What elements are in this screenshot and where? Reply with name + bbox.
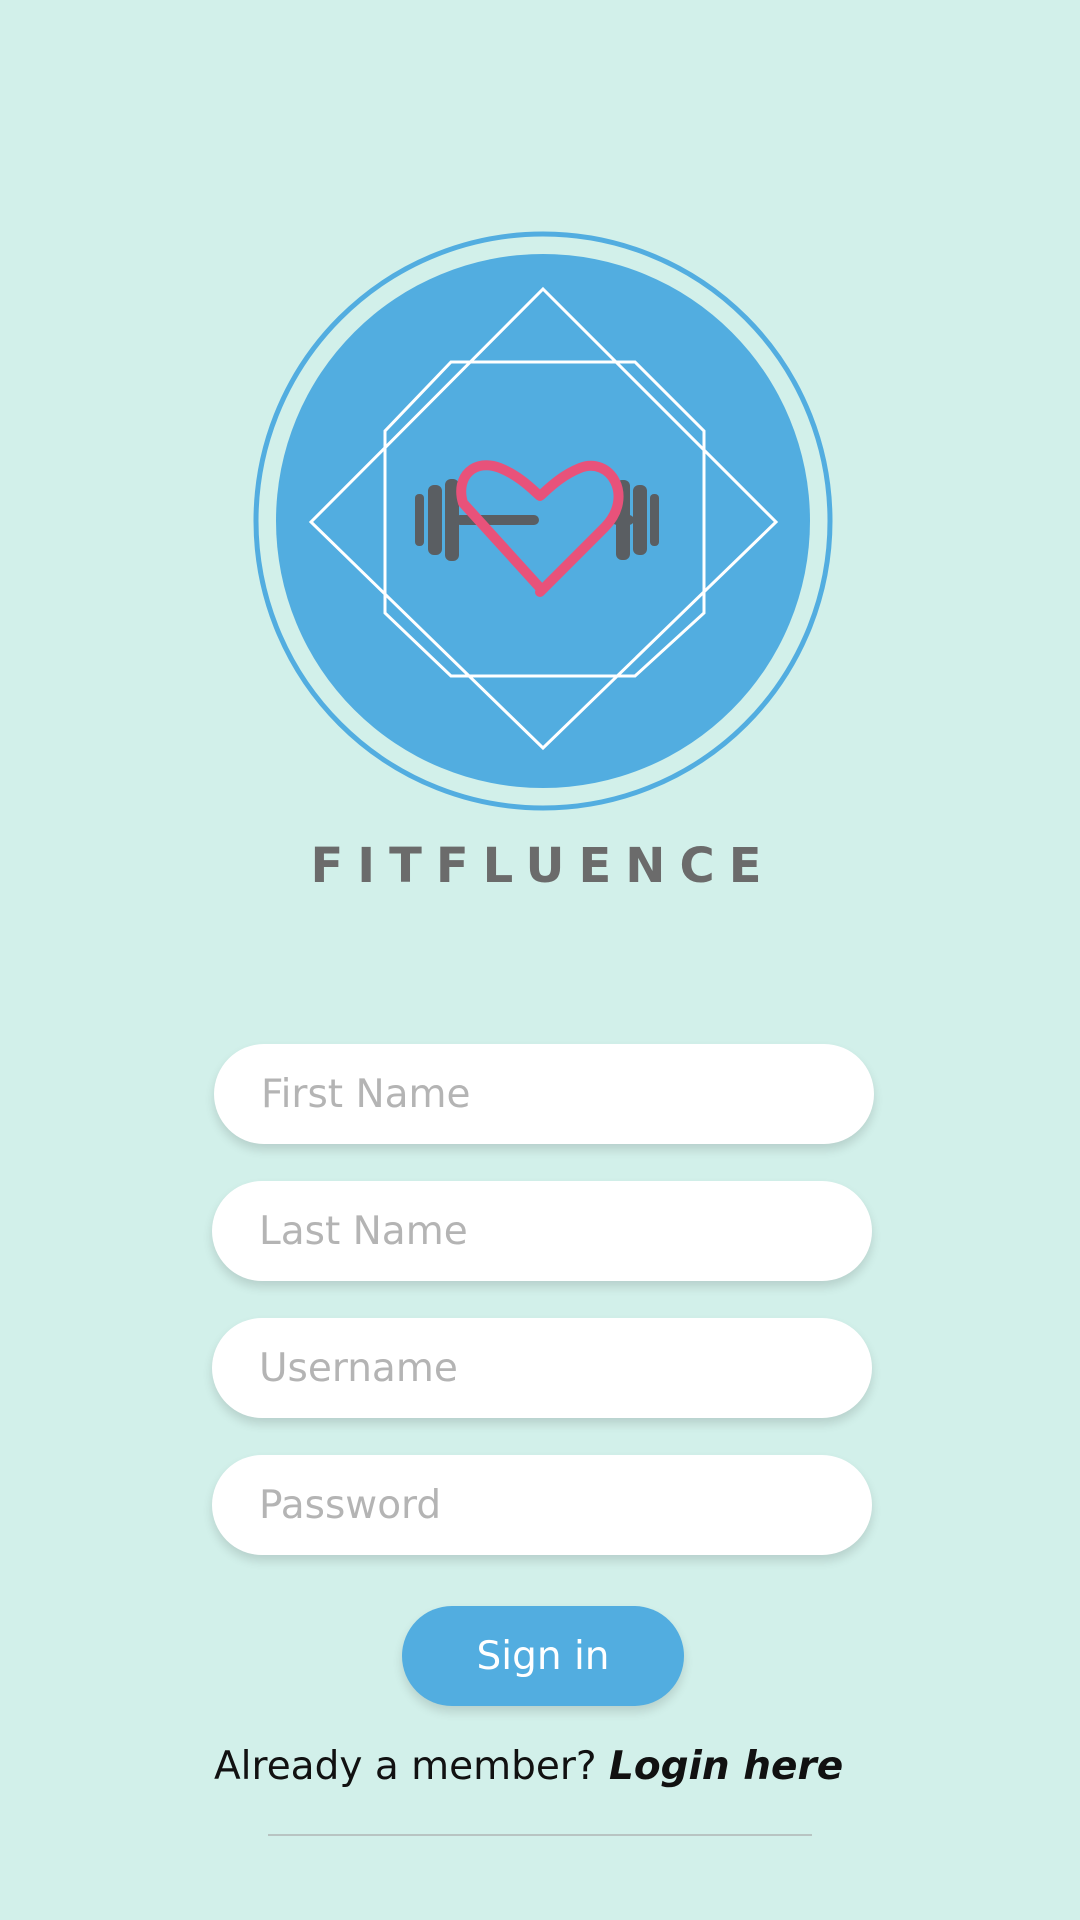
login-link[interactable]: Login here bbox=[609, 1744, 843, 1789]
username-field[interactable] bbox=[212, 1318, 872, 1418]
sign-in-button[interactable]: Sign in bbox=[402, 1606, 684, 1706]
password-field[interactable] bbox=[212, 1455, 872, 1555]
first-name-field[interactable] bbox=[214, 1044, 874, 1144]
brand-name: FITFLUENCE bbox=[310, 838, 776, 894]
login-prompt-text: Already a member? bbox=[214, 1744, 609, 1789]
fitfluence-logo bbox=[253, 231, 833, 811]
logo-disc bbox=[276, 254, 810, 788]
login-prompt: Already a member? Login here bbox=[214, 1744, 914, 1789]
footer-divider bbox=[268, 1834, 812, 1836]
last-name-field[interactable] bbox=[212, 1181, 872, 1281]
